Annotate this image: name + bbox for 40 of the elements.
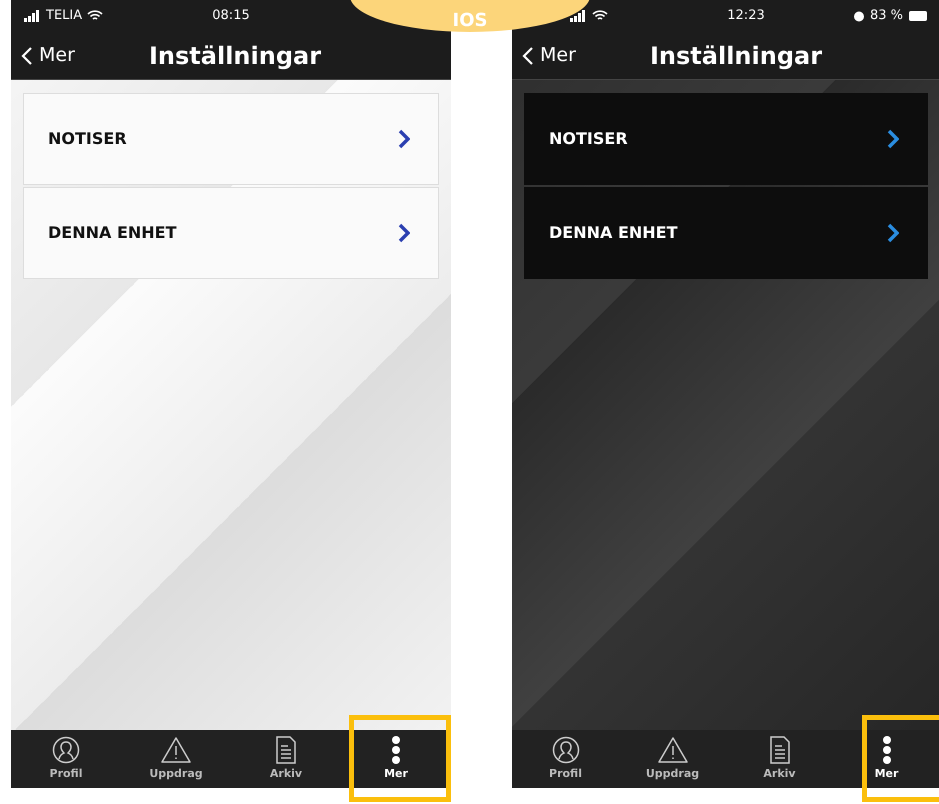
back-link[interactable]: Mer <box>21 41 149 70</box>
tab-item[interactable]: Uppdrag <box>121 730 231 788</box>
tab-item[interactable]: Profil <box>11 730 121 788</box>
wifi-icon <box>87 10 104 22</box>
chevron-left-icon <box>21 46 33 66</box>
banner-text: IOS <box>452 12 488 30</box>
chevron-right-icon <box>398 129 410 149</box>
document-icon <box>275 736 297 764</box>
more-icon <box>391 736 401 764</box>
more-icon <box>882 736 892 764</box>
person-icon <box>552 736 580 764</box>
tab-item[interactable]: Profil <box>512 730 619 788</box>
settings-item[interactable]: DENNA ENHET <box>524 187 928 279</box>
warning-icon <box>656 736 688 764</box>
battery-percent: 83 % <box>870 7 903 26</box>
clock-time: 08:15 <box>212 8 250 24</box>
wifi-icon <box>592 10 608 22</box>
warning-icon <box>160 736 192 764</box>
tab-item[interactable]: Mer <box>341 730 451 788</box>
chevron-right-icon <box>887 129 899 149</box>
tab-item[interactable]: Uppdrag <box>619 730 726 788</box>
page-title: Inställningar <box>650 40 822 72</box>
back-link[interactable]: Mer <box>522 41 650 70</box>
document-icon <box>768 736 790 764</box>
chevron-right-icon <box>398 223 410 243</box>
settings-item[interactable]: NOTISER <box>524 93 928 185</box>
page-title: Inställningar <box>149 40 322 72</box>
tab-item[interactable]: Mer <box>833 730 939 788</box>
battery-icon <box>908 10 928 22</box>
tab-item[interactable]: Arkiv <box>726 730 833 788</box>
chevron-left-icon <box>522 46 534 66</box>
clock-time: 12:23 <box>727 8 765 24</box>
settings-item[interactable]: NOTISER <box>23 93 439 185</box>
settings-item[interactable]: DENNA ENHET <box>23 187 439 279</box>
signal-icon <box>569 10 587 22</box>
carrier-name: TELIA <box>46 7 82 26</box>
person-icon <box>52 736 80 764</box>
tab-item[interactable]: Arkiv <box>231 730 341 788</box>
chevron-right-icon <box>887 223 899 243</box>
signal-icon <box>23 10 41 22</box>
